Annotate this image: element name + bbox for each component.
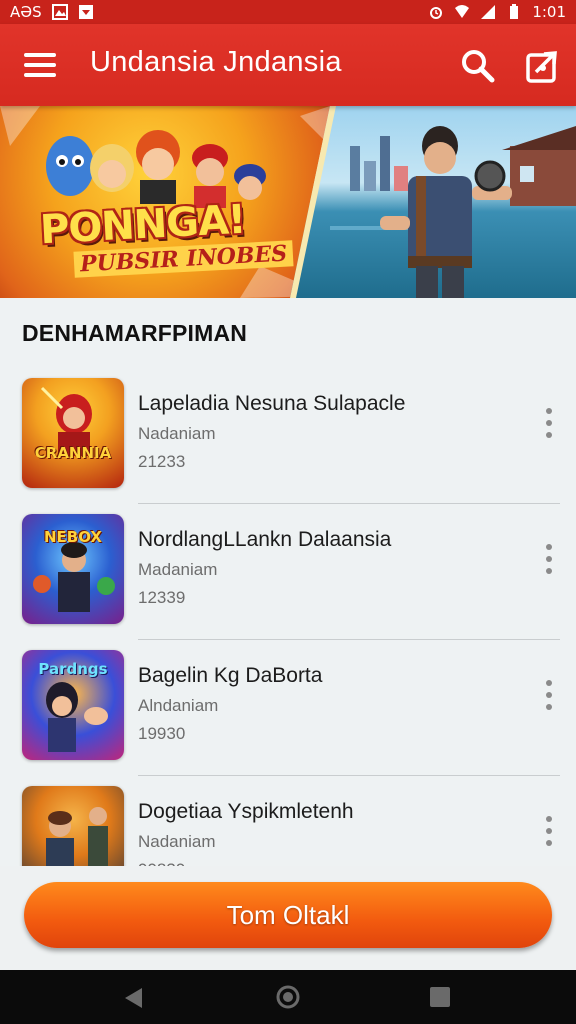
more-vert-icon[interactable] (540, 408, 558, 438)
game-list: CRANNIA Lapeladia Nesuna Sulapacle Nadan… (0, 368, 576, 868)
item-title: Bagelin Kg DaBorta (138, 664, 323, 687)
app-screen: AƏS 1:01 Undansia Jndansia PONNGA! PUBSI… (0, 0, 576, 1024)
item-subtitle: Madaniam (138, 560, 218, 579)
search-icon[interactable] (458, 46, 498, 86)
bottom-action-area: Tom Oltakl (0, 866, 576, 970)
more-vert-icon[interactable] (540, 544, 558, 574)
app-title: Undansia Jndansia (90, 46, 342, 78)
share-icon[interactable] (522, 46, 562, 86)
signal-icon (481, 5, 496, 19)
status-left-text: AƏS (10, 3, 42, 21)
app-bar: Undansia Jndansia (0, 24, 576, 106)
more-vert-icon[interactable] (540, 680, 558, 710)
more-vert-icon[interactable] (540, 816, 558, 846)
thumbnail-label: Pardngs (38, 660, 108, 678)
section-title: DENHAMARFPIMAN (22, 320, 248, 346)
game-thumbnail (22, 786, 124, 868)
status-left: AƏS (10, 3, 94, 21)
item-title: Lapeladia Nesuna Sulapacle (138, 392, 406, 415)
status-time: 1:01 (532, 3, 566, 21)
thumbnail-label: CRANNIA (34, 444, 112, 462)
item-subtitle: Nadaniam (138, 424, 216, 443)
thumbnail-art (46, 807, 108, 868)
status-right: 1:01 (428, 3, 566, 21)
thumbnail-label: NEBOX (43, 528, 102, 546)
game-thumbnail: NEBOX (22, 514, 124, 624)
promo-banner[interactable]: PONNGA! PUBSIR INOBES (0, 106, 576, 298)
banner-art-left: PONNGA! PUBSIR INOBES (0, 106, 330, 298)
item-subtitle: Nadaniam (138, 832, 216, 851)
game-thumbnail: Pardngs (22, 650, 124, 760)
list-item[interactable]: CRANNIA Lapeladia Nesuna Sulapacle Nadan… (0, 368, 576, 504)
hero-character-image (330, 126, 576, 298)
item-number: 12339 (138, 588, 186, 607)
game-thumbnail: CRANNIA (22, 378, 124, 488)
recents-icon[interactable] (430, 987, 450, 1007)
download-icon (78, 5, 93, 19)
alarm-icon (430, 7, 443, 19)
menu-icon[interactable] (20, 48, 60, 82)
list-item[interactable]: Dogetiaa Yspikmletenh Nadaniam 99839 (0, 776, 576, 868)
item-number: 21233 (138, 452, 186, 471)
primary-action-button[interactable]: Tom Oltakl (24, 882, 552, 948)
item-subtitle: Alndaniam (138, 696, 219, 715)
battery-icon (510, 4, 519, 19)
thumbnail-art (40, 386, 92, 456)
system-nav-bar (0, 970, 576, 1024)
back-icon[interactable] (122, 986, 146, 1010)
home-icon[interactable] (275, 984, 301, 1010)
photo-icon (51, 4, 68, 20)
banner-art-right (290, 106, 576, 298)
item-title: NordlangLLankn Dalaansia (138, 528, 392, 551)
item-number: 19930 (138, 724, 186, 743)
status-bar: AƏS 1:01 (0, 0, 576, 24)
item-title: Dogetiaa Yspikmletenh (138, 800, 354, 823)
list-item[interactable]: NEBOX NordlangLLankn Dalaansia Madaniam … (0, 504, 576, 640)
list-item[interactable]: Pardngs Bagelin Kg DaBorta Alndaniam 199… (0, 640, 576, 776)
wifi-icon (455, 5, 470, 18)
